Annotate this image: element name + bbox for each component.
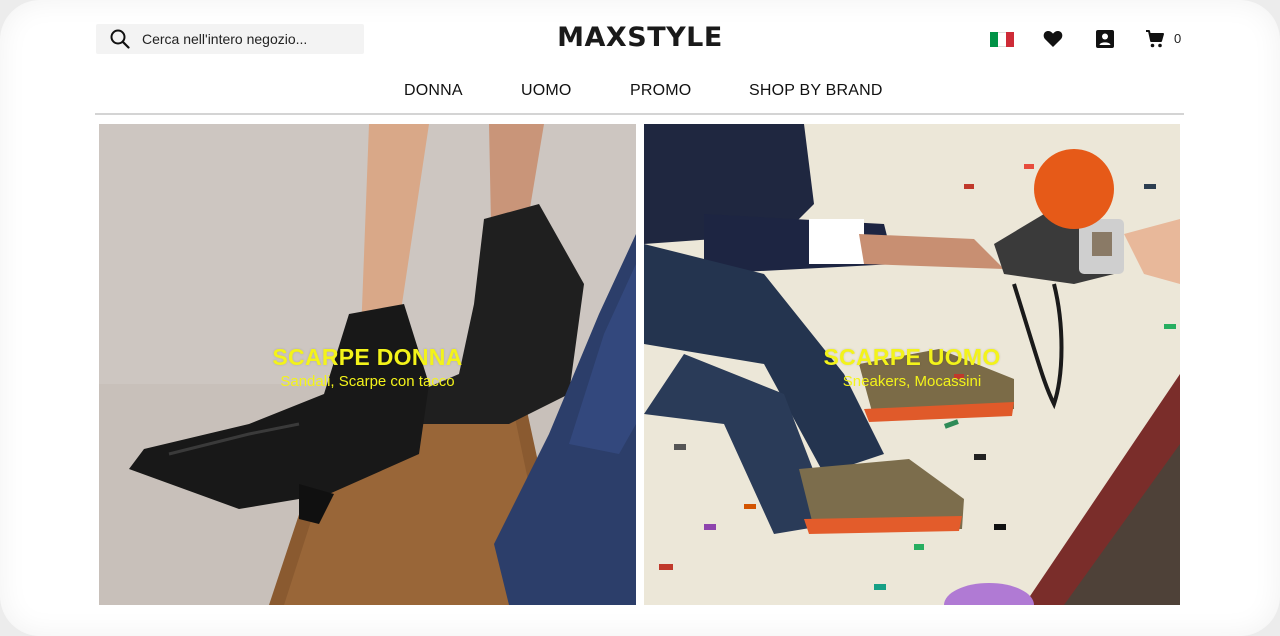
page: MAXSTYLE 0 bbox=[0, 0, 1280, 636]
cart-icon[interactable] bbox=[1144, 28, 1166, 50]
banner-uomo-title: SCARPE UOMO bbox=[823, 344, 1001, 370]
header-divider bbox=[95, 113, 1184, 115]
banner-donna-title: SCARPE DONNA bbox=[272, 344, 463, 370]
search-bar[interactable] bbox=[96, 24, 364, 54]
nav-item-shop-by-brand[interactable]: SHOP BY BRAND bbox=[749, 82, 883, 100]
nav-item-promo[interactable]: PROMO bbox=[630, 82, 691, 100]
banner-donna-caption: SCARPE DONNA Sandali, Scarpe con tacco bbox=[99, 344, 636, 390]
banner-scarpe-donna[interactable]: SCARPE DONNA Sandali, Scarpe con tacco bbox=[99, 124, 636, 605]
italy-flag-icon[interactable] bbox=[990, 32, 1014, 47]
main-nav: DONNA UOMO PROMO SHOP BY BRAND bbox=[0, 82, 1280, 102]
nav-item-uomo[interactable]: UOMO bbox=[521, 82, 572, 100]
site-logo[interactable]: MAXSTYLE bbox=[540, 22, 740, 53]
heart-icon[interactable] bbox=[1042, 28, 1064, 50]
banner-uomo-subtitle: Sneakers, Mocassini bbox=[842, 373, 982, 390]
banner-donna-subtitle: Sandali, Scarpe con tacco bbox=[280, 373, 455, 390]
nav-item-donna[interactable]: DONNA bbox=[404, 82, 463, 100]
cart-count-badge: 0 bbox=[1174, 31, 1182, 46]
banner-scarpe-uomo[interactable]: SCARPE UOMO Sneakers, Mocassini bbox=[644, 124, 1180, 605]
search-input[interactable] bbox=[142, 31, 352, 47]
account-icon[interactable] bbox=[1094, 28, 1116, 50]
banner-uomo-caption: SCARPE UOMO Sneakers, Mocassini bbox=[644, 344, 1180, 390]
search-icon[interactable] bbox=[109, 28, 131, 50]
